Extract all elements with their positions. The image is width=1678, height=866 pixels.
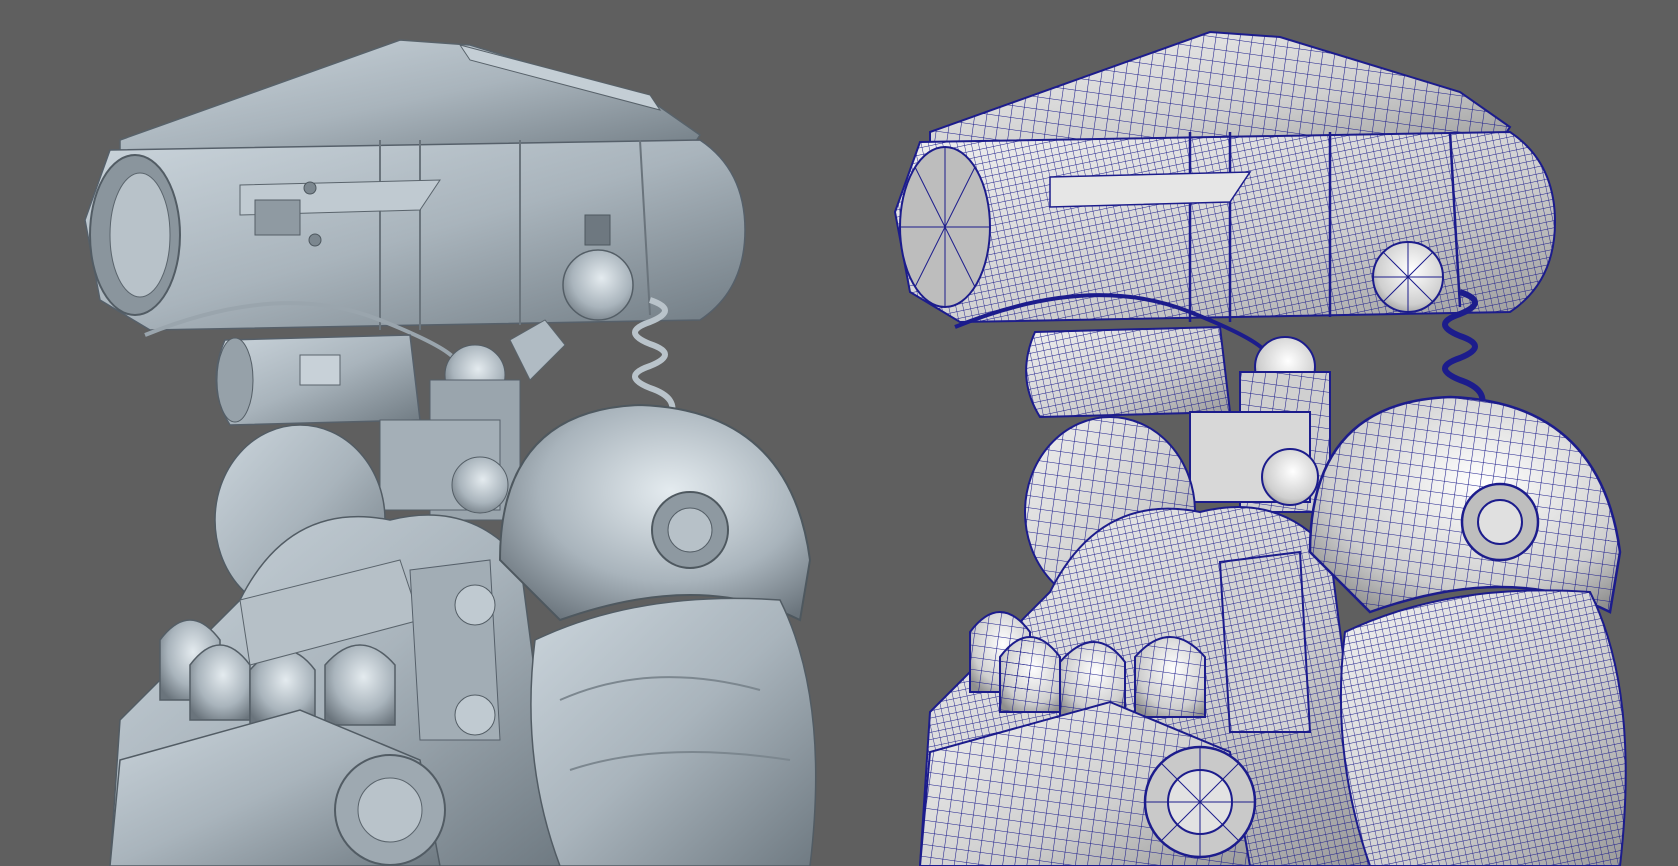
shaded-model: [84, 39, 817, 866]
render-canvas: [84, 30, 1627, 866]
render-viewport: [0, 0, 1678, 866]
wireframe-model: [893, 30, 1627, 866]
